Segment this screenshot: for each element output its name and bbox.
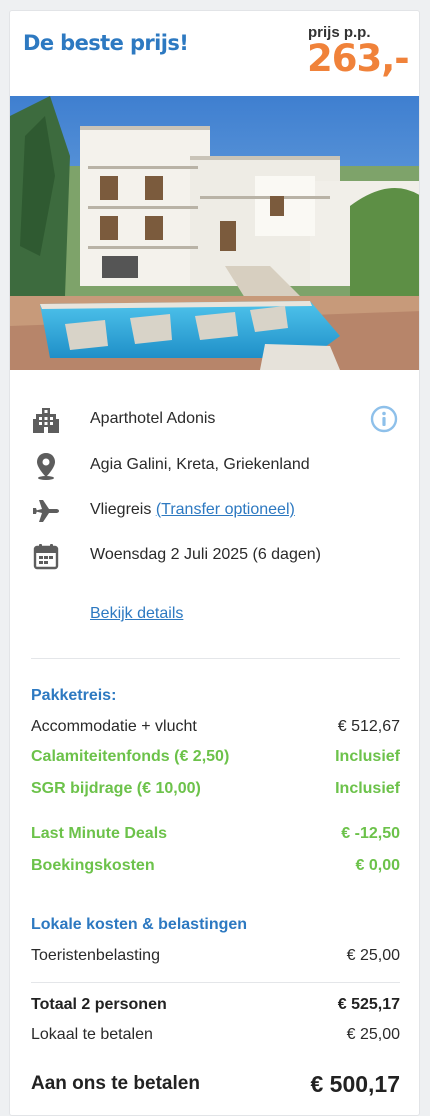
booking-costs-label: Boekingskosten <box>31 857 155 874</box>
calendar-icon <box>33 544 59 570</box>
booking-costs-row: Boekingskosten € 0,00 <box>31 857 400 879</box>
calamity-fund-value: Inclusief <box>335 748 400 765</box>
tourist-tax-row: Toeristenbelasting € 25,00 <box>31 947 400 969</box>
travel-date: Woensdag 2 Juli 2025 (6 dagen) <box>90 546 321 563</box>
hotel-name: Aparthotel Adonis <box>90 410 216 427</box>
travel-type-row: Vliegreis (Transfer optioneel) <box>10 496 419 526</box>
sgr-row: SGR bijdrage (€ 10,00) Inclusief <box>31 780 400 802</box>
accommodation-label: Accommodatie + vlucht <box>31 718 197 735</box>
booking-costs-value: € 0,00 <box>355 857 400 874</box>
amount-due-label: Aan ons te betalen <box>31 1073 200 1094</box>
tourist-tax-label: Toeristenbelasting <box>31 947 160 964</box>
deal-card: De beste prijs! prijs p.p. 263,- Apartho… <box>9 10 420 1116</box>
hotel-photo[interactable] <box>10 96 420 370</box>
accommodation-row: Accommodatie + vlucht € 512,67 <box>31 718 400 740</box>
calamity-fund-row: Calamiteitenfonds (€ 2,50) Inclusief <box>31 748 400 770</box>
total-label: Totaal 2 personen <box>31 996 167 1013</box>
divider <box>31 658 400 659</box>
travel-type: Vliegreis (Transfer optioneel) <box>90 501 295 519</box>
local-costs-title: Lokale kosten & belastingen <box>31 916 248 933</box>
amount-due-value: € 500,17 <box>310 1071 400 1097</box>
transfer-optional-link[interactable]: (Transfer optioneel) <box>156 501 295 518</box>
info-icon[interactable] <box>370 405 398 433</box>
local-pay-value: € 25,00 <box>346 1026 400 1043</box>
package-title-row: Pakketreis: <box>31 687 400 709</box>
headline: De beste prijs! <box>23 31 189 55</box>
travel-type-label: Vliegreis <box>90 501 152 518</box>
sgr-label: SGR bijdrage (€ 10,00) <box>31 780 201 797</box>
view-details-link[interactable]: Bekijk details <box>90 605 183 623</box>
last-minute-row: Last Minute Deals € -12,50 <box>31 825 400 847</box>
local-pay-label: Lokaal te betalen <box>31 1026 153 1043</box>
card-header: De beste prijs! prijs p.p. 263,- <box>10 11 419 96</box>
total-row: Totaal 2 personen € 525,17 <box>31 996 400 1018</box>
package-title: Pakketreis: <box>31 687 117 704</box>
map-pin-icon <box>37 453 55 480</box>
amount-due-row: Aan ons te betalen € 500,17 <box>31 1071 400 1101</box>
date-row: Woensdag 2 Juli 2025 (6 dagen) <box>10 541 419 571</box>
last-minute-label: Last Minute Deals <box>31 825 168 842</box>
total-value: € 525,17 <box>337 996 400 1013</box>
airplane-icon <box>33 500 59 522</box>
last-minute-value: € -12,50 <box>341 825 400 842</box>
location: Agia Galini, Kreta, Griekenland <box>90 456 310 473</box>
accommodation-value: € 512,67 <box>337 718 400 735</box>
hotel-name-row: Aparthotel Adonis <box>10 405 419 435</box>
divider <box>31 982 400 983</box>
price: 263,- <box>307 37 410 80</box>
local-pay-row: Lokaal te betalen € 25,00 <box>31 1026 400 1048</box>
calamity-fund-label: Calamiteitenfonds (€ 2,50) <box>31 748 230 765</box>
location-row: Agia Galini, Kreta, Griekenland <box>10 451 419 481</box>
building-icon <box>33 408 59 433</box>
local-costs-title-row: Lokale kosten & belastingen <box>31 916 400 938</box>
tourist-tax-value: € 25,00 <box>346 947 400 964</box>
sgr-value: Inclusief <box>335 780 400 797</box>
